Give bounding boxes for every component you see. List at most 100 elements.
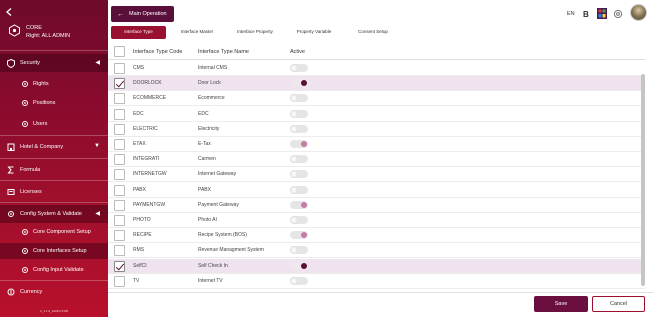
table-row[interactable]: TV Internet TV bbox=[108, 274, 645, 289]
row-checkbox[interactable] bbox=[114, 215, 125, 226]
sidebar-item-security[interactable]: Security ◀ bbox=[0, 54, 108, 72]
interface-type-code: RMS bbox=[133, 247, 145, 254]
table-row[interactable]: CMS Internal CMS bbox=[108, 61, 645, 76]
row-checkbox[interactable] bbox=[114, 199, 125, 211]
active-toggle[interactable] bbox=[290, 94, 308, 103]
sidebar-item-core-interfaces-setup[interactable]: Core Interfaces Setup bbox=[0, 243, 108, 259]
active-toggle[interactable] bbox=[290, 231, 308, 240]
interface-type-name: Electricity bbox=[198, 125, 220, 132]
property-flag-icon[interactable] bbox=[597, 8, 607, 19]
active-toggle[interactable] bbox=[290, 276, 308, 285]
sidebar-item-users[interactable]: Users bbox=[0, 116, 108, 132]
row-checkbox[interactable] bbox=[114, 230, 125, 242]
row-checkbox[interactable] bbox=[114, 123, 125, 135]
bold-toggle[interactable]: B bbox=[583, 6, 589, 22]
table-row[interactable]: PABX PABX bbox=[108, 183, 645, 198]
sidebar-item-currency[interactable]: Currency bbox=[0, 283, 108, 301]
row-checkbox[interactable] bbox=[114, 63, 125, 74]
version-text: V_1.1.0_2403171106 bbox=[39, 309, 69, 313]
table-row[interactable]: DOORLOCK Door Lock bbox=[108, 76, 645, 92]
table-row[interactable]: RECIPE Recipe System (BOS) bbox=[108, 228, 645, 244]
arrow-left-icon: ← bbox=[117, 10, 124, 18]
sidebar-item-core-component-setup[interactable]: Core Component Setup bbox=[0, 224, 108, 240]
tab-interface-type[interactable]: Interface Type bbox=[111, 26, 166, 39]
interface-type-name: Internal CMS bbox=[198, 65, 228, 71]
sidebar-divider bbox=[0, 50, 108, 51]
sidebar-divider bbox=[0, 280, 108, 281]
table-row[interactable]: EDC EDC bbox=[108, 107, 645, 122]
active-toggle[interactable] bbox=[290, 261, 308, 270]
formula-icon bbox=[6, 165, 16, 175]
sidebar-item-config-input-validate[interactable]: Config Input Validate bbox=[0, 262, 108, 278]
main-operation-label: Main Operation bbox=[129, 11, 167, 17]
row-checkbox[interactable] bbox=[114, 169, 125, 181]
cancel-button[interactable]: Cancel bbox=[592, 296, 645, 312]
row-checkbox[interactable] bbox=[114, 245, 125, 257]
interface-type-name: Internet Gateway bbox=[198, 171, 237, 178]
interface-type-name: PABX bbox=[198, 186, 211, 193]
tab-interface-property[interactable]: Interface Property bbox=[235, 26, 275, 39]
sidebar-item-label: Rights bbox=[33, 81, 49, 87]
table-row[interactable]: INTEGRATI Carmen bbox=[108, 152, 645, 168]
table-row[interactable]: ETAX E-Tax bbox=[108, 137, 645, 152]
sidebar-item-label: Config Input Validate bbox=[33, 267, 84, 273]
row-checkbox[interactable] bbox=[114, 78, 125, 90]
table-row[interactable]: SelfCI Self Check In bbox=[108, 258, 645, 274]
select-all-checkbox[interactable] bbox=[114, 46, 125, 57]
sidebar-item-licenses[interactable]: Licenses bbox=[0, 183, 108, 201]
sidebar-divider bbox=[0, 135, 108, 136]
interface-type-code: EDC bbox=[133, 110, 144, 117]
sidebar-item-rights[interactable]: Rights bbox=[0, 76, 108, 92]
language-selector[interactable]: EN bbox=[567, 6, 575, 22]
sidebar-item-label: Users bbox=[33, 121, 48, 127]
table-scrollbar[interactable] bbox=[641, 74, 645, 286]
tab-property-variable[interactable]: Property Variable bbox=[288, 26, 340, 39]
core-logo-icon bbox=[8, 24, 21, 37]
currency-icon bbox=[6, 287, 16, 297]
interface-type-code: PHOTO bbox=[133, 217, 151, 223]
sidebar-item-positions[interactable]: Positions bbox=[0, 95, 108, 111]
active-toggle[interactable] bbox=[290, 200, 308, 209]
active-toggle[interactable] bbox=[290, 246, 308, 255]
row-checkbox[interactable] bbox=[114, 93, 125, 105]
tab-consent-setup[interactable]: Consent Setup bbox=[350, 26, 396, 39]
sidebar-item-formula[interactable]: Formula bbox=[0, 161, 108, 179]
building-icon bbox=[6, 142, 16, 152]
tab-interface-master[interactable]: Interface Master bbox=[172, 26, 222, 39]
table-row[interactable]: PHOTO Photo AI bbox=[108, 213, 645, 228]
active-toggle[interactable] bbox=[290, 64, 308, 72]
sidebar-item-config-system[interactable]: Config System & Validate ◀ bbox=[0, 205, 108, 223]
active-toggle[interactable] bbox=[290, 216, 308, 224]
save-button[interactable]: Save bbox=[534, 296, 588, 312]
table-row[interactable]: INTERNETGW Internet Gateway bbox=[108, 167, 645, 183]
row-checkbox[interactable] bbox=[114, 108, 125, 120]
interface-type-name: Photo AI bbox=[198, 217, 217, 223]
active-toggle[interactable] bbox=[290, 140, 308, 148]
user-avatar[interactable] bbox=[630, 4, 647, 21]
interface-type-code: INTERNETGW bbox=[133, 171, 167, 178]
interface-type-code: CMS bbox=[133, 65, 145, 71]
row-checkbox[interactable] bbox=[114, 154, 125, 166]
active-toggle[interactable] bbox=[290, 155, 308, 164]
active-toggle[interactable] bbox=[290, 124, 308, 133]
active-toggle[interactable] bbox=[290, 109, 308, 118]
row-checkbox[interactable] bbox=[114, 275, 125, 287]
table-row[interactable]: ECOMMERCE Ecommerce bbox=[108, 91, 645, 107]
row-checkbox[interactable] bbox=[114, 184, 125, 196]
active-toggle[interactable] bbox=[290, 170, 308, 179]
gear-icon bbox=[20, 247, 29, 256]
table-row[interactable]: ELECTRIC Electricity bbox=[108, 122, 645, 137]
table-row[interactable]: PAYMENTGW Payment Gateway bbox=[108, 198, 645, 213]
active-toggle[interactable] bbox=[290, 185, 308, 194]
row-checkbox[interactable] bbox=[114, 260, 125, 272]
sidebar-item-label: Security bbox=[20, 60, 40, 66]
main-operation-button[interactable]: ← Main Operation bbox=[111, 6, 174, 22]
row-checkbox[interactable] bbox=[114, 139, 125, 150]
chevron-down-icon: ▼ bbox=[94, 143, 100, 149]
active-toggle[interactable] bbox=[290, 79, 308, 88]
back-arrow-icon[interactable] bbox=[5, 8, 13, 18]
settings-gear-icon[interactable] bbox=[613, 9, 623, 19]
interface-type-name: Door Lock bbox=[198, 80, 221, 87]
sidebar-item-hotel-company[interactable]: Hotel & Company ▼ bbox=[0, 138, 108, 156]
table-row[interactable]: RMS Revenue Managment System bbox=[108, 243, 645, 259]
